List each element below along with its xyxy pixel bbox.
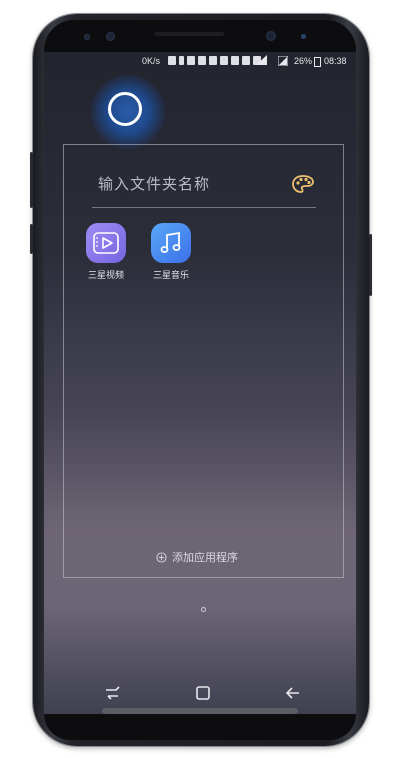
volume-button [30,152,33,208]
assistant-button[interactable] [90,74,166,150]
add-apps-button[interactable]: 添加应用程序 [156,549,238,565]
folder-name-underline [92,207,316,208]
folder-panel: 输入文件夹名称 三星视频 三星音乐 添加应用程序 [63,144,344,578]
circle-icon [108,92,142,126]
bixby-button [30,224,33,254]
signal-icon [256,55,267,65]
app-samsung-music[interactable]: 三星音乐 [146,223,196,281]
battery-icon [314,57,321,67]
network-speed: 0K/s [142,56,161,66]
app-samsung-video[interactable]: 三星视频 [81,223,131,281]
app-label: 三星音乐 [152,271,189,281]
proximity-sensor [301,34,306,39]
navigation-bar [44,672,356,714]
notification-icon [209,56,217,65]
recents-icon[interactable] [102,682,124,704]
power-button [369,234,372,296]
back-arrow-icon[interactable] [282,682,304,704]
top-bezel [44,20,356,52]
home-icon[interactable] [192,682,214,704]
notification-icon [198,56,206,65]
palette-icon[interactable] [292,175,314,193]
app-label: 三星视频 [87,271,124,281]
music-note-icon [151,223,191,263]
front-camera [106,32,115,41]
battery-percent: 26% [294,56,313,66]
folder-name-input[interactable]: 输入文件夹名称 [98,173,210,194]
add-circle-icon [156,551,167,563]
signal-icon [278,56,288,66]
notification-icon [220,56,228,65]
status-bar: 0K/s 26% 08:38 [44,52,356,70]
earpiece [154,32,224,36]
video-play-icon [86,223,126,263]
front-camera-lens [266,31,276,41]
iris-sensor [84,34,90,40]
nfc-icon [187,56,195,65]
status-time: 08:38 [324,56,347,66]
notification-icons [168,56,261,65]
notification-icon [231,56,239,65]
screen: 0K/s 26% 08:38 输入文件夹名称 三星视频 三星音乐 添加应用程序 [44,52,356,714]
notification-icon [168,56,176,65]
page-indicator [201,607,206,612]
notification-icon [242,56,250,65]
bluetooth-icon [179,56,184,65]
bottom-bezel [44,714,356,740]
add-apps-label: 添加应用程序 [172,551,238,564]
